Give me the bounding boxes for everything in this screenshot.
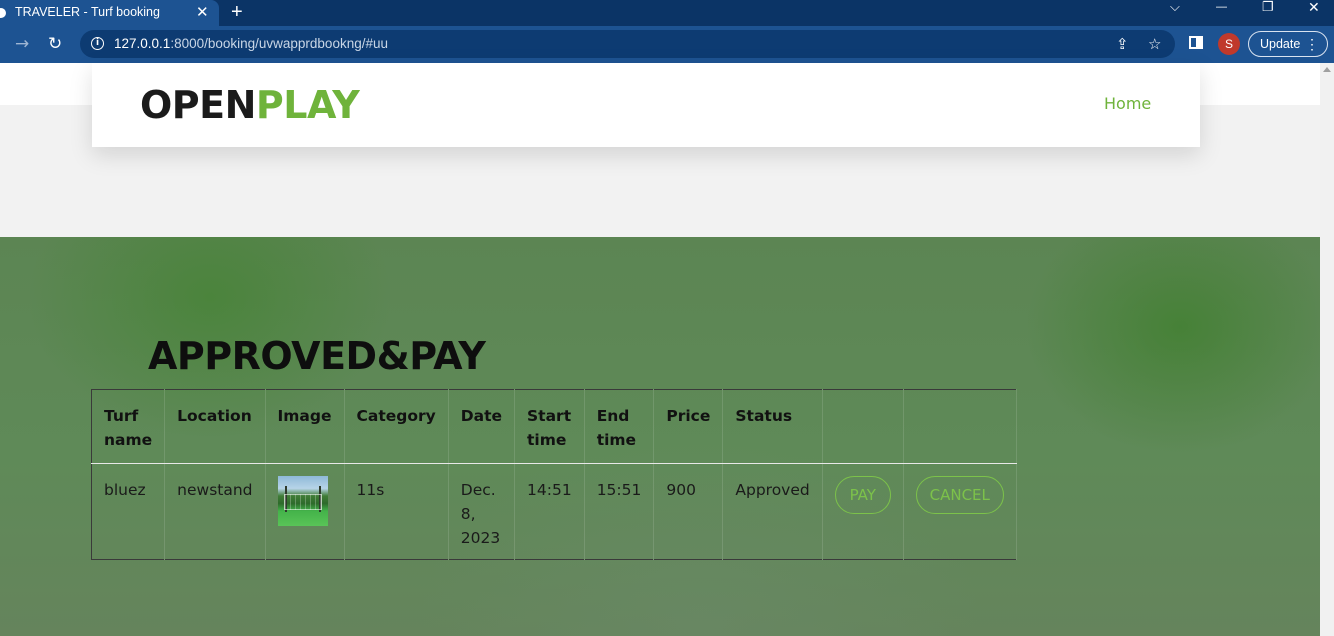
col-action-cancel [903, 389, 1017, 464]
site-header: OPENPLAY Home [92, 63, 1200, 147]
col-date: Date [448, 389, 516, 464]
url-text[interactable]: 127.0.0.1:8000/booking/uvwapprdbookng/#u… [114, 36, 388, 51]
bookmark-star-icon[interactable]: ☆ [1148, 34, 1161, 54]
forward-arrow-icon[interactable]: → [15, 32, 29, 56]
cell-date: Dec. 8, 2023 [448, 463, 516, 560]
nav-home-link[interactable]: Home [1104, 94, 1151, 113]
col-action-pay [822, 389, 904, 464]
cell-end-time: 15:51 [584, 463, 655, 560]
minimize-icon[interactable]: — [1216, 0, 1227, 18]
scroll-up-arrow-icon[interactable] [1323, 67, 1331, 72]
browser-toolbar: → ↻ i 127.0.0.1:8000/booking/uvwapprdboo… [0, 26, 1334, 63]
turf-photo-icon [277, 476, 328, 526]
reload-icon[interactable]: ↻ [48, 32, 62, 56]
pay-button[interactable]: PAY [834, 476, 891, 514]
col-status: Status [722, 389, 823, 464]
close-window-icon[interactable]: ✕ [1308, 0, 1320, 18]
tab-title: TRAVELER - Turf booking [15, 5, 160, 19]
cell-location: newstand [164, 463, 266, 560]
update-label: Update [1260, 37, 1301, 51]
site-info-icon[interactable]: i [91, 37, 104, 50]
col-category: Category [344, 389, 449, 464]
browser-menu-icon[interactable]: ⋮ [1305, 32, 1319, 56]
cancel-button[interactable]: CANCEL [915, 476, 1004, 514]
browser-tab-bar: TRAVELER - Turf booking ✕ + ⌵ — ❐ ✕ [0, 0, 1334, 26]
cell-start-time: 14:51 [514, 463, 585, 560]
address-bar[interactable]: i 127.0.0.1:8000/booking/uvwapprdbookng/… [80, 30, 1175, 58]
new-tab-button[interactable]: + [231, 0, 243, 24]
url-path: :8000/booking/uvwapprdbookng/#uu [170, 36, 388, 51]
col-turf-name: Turf name [91, 389, 166, 464]
close-tab-icon[interactable]: ✕ [196, 2, 209, 22]
cell-turf-name: bluez [91, 463, 166, 560]
share-icon[interactable]: ⇪ [1116, 34, 1129, 54]
table-row: bluez newstand 11s Dec. 8, 2023 14:51 15… [91, 463, 1017, 560]
cell-price: 900 [653, 463, 724, 560]
site-logo[interactable]: OPENPLAY [140, 81, 360, 129]
globe-icon [0, 6, 8, 20]
browser-tab[interactable]: TRAVELER - Turf booking ✕ [0, 0, 219, 26]
booking-section: APPROVED&PAY Turf name Location Image Ca… [0, 237, 1320, 636]
col-image: Image [265, 389, 345, 464]
logo-open: OPEN [140, 83, 256, 127]
cell-status: Approved [722, 463, 823, 560]
update-button[interactable]: Update ⋮ [1248, 31, 1328, 57]
section-title: APPROVED&PAY [148, 334, 486, 378]
col-start-time: Start time [514, 389, 585, 464]
col-location: Location [164, 389, 266, 464]
bookings-table: Turf name Location Image Category Date S… [91, 389, 1017, 560]
cell-category: 11s [344, 463, 449, 560]
col-price: Price [653, 389, 724, 464]
tab-search-icon[interactable]: ⌵ [1170, 0, 1180, 18]
page: OPENPLAY Home APPROVED&PAY Turf name Loc… [0, 63, 1334, 636]
side-panel-icon[interactable] [1189, 36, 1203, 49]
cell-pay: PAY [822, 463, 904, 560]
table-header-row: Turf name Location Image Category Date S… [91, 389, 1017, 464]
cell-cancel: CANCEL [903, 463, 1017, 560]
profile-avatar[interactable]: S [1218, 33, 1240, 55]
cell-image [265, 463, 345, 560]
logo-play: PLAY [255, 83, 360, 127]
restore-icon[interactable]: ❐ [1262, 0, 1274, 18]
col-end-time: End time [584, 389, 655, 464]
url-host: 127.0.0.1 [114, 36, 171, 51]
page-scrollbar[interactable] [1320, 63, 1334, 636]
